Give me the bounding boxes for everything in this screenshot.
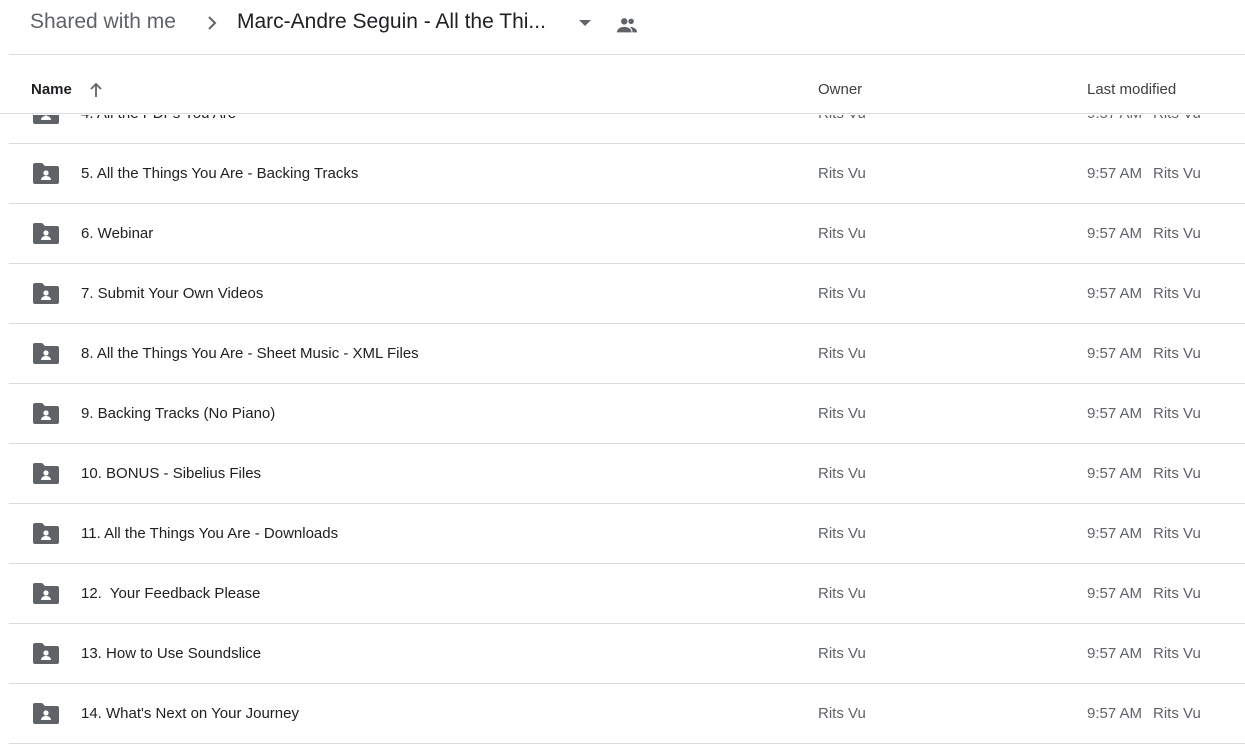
breadcrumb-current-folder[interactable]: Marc-Andre Seguin - All the Thi... bbox=[237, 10, 546, 34]
column-owner: Owner bbox=[818, 81, 863, 98]
shared-folder-icon bbox=[33, 115, 59, 124]
modified-by: Rits Vu bbox=[1153, 525, 1201, 542]
modified-time: 9:57 AM bbox=[1087, 405, 1143, 422]
file-name: 5. All the Things You Are - Backing Trac… bbox=[81, 165, 359, 182]
list-item[interactable]: 6. Webinar Rits Vu 9:57 AM Rits Vu bbox=[9, 204, 1245, 264]
file-owner: Rits Vu bbox=[818, 585, 866, 602]
modified-by: Rits Vu bbox=[1153, 115, 1201, 122]
modified-by: Rits Vu bbox=[1153, 345, 1201, 362]
modified-by: Rits Vu bbox=[1153, 705, 1201, 722]
file-owner: Rits Vu bbox=[818, 225, 866, 242]
file-owner: Rits Vu bbox=[818, 405, 866, 422]
modified-by: Rits Vu bbox=[1153, 225, 1201, 242]
list-item[interactable]: 9. Backing Tracks (No Piano) Rits Vu 9:5… bbox=[9, 384, 1245, 444]
shared-people-icon[interactable] bbox=[616, 16, 638, 34]
file-owner: Rits Vu bbox=[818, 115, 866, 122]
modified-time: 9:57 AM bbox=[1087, 165, 1143, 182]
list-item[interactable]: 4. All the PDFs You Are Rits Vu 9:57 AM … bbox=[9, 115, 1245, 144]
list-item[interactable]: 12. Your Feedback Please Rits Vu 9:57 AM… bbox=[9, 564, 1245, 624]
shared-folder-icon bbox=[33, 523, 59, 544]
file-name: 12. Your Feedback Please bbox=[81, 585, 261, 602]
shared-folder-icon bbox=[33, 703, 59, 724]
file-name: 6. Webinar bbox=[81, 225, 154, 242]
caret-down-icon[interactable] bbox=[579, 20, 591, 26]
list-item[interactable]: 7. Submit Your Own Videos Rits Vu 9:57 A… bbox=[9, 264, 1245, 324]
modified-by: Rits Vu bbox=[1153, 165, 1201, 182]
file-name: 10. BONUS - Sibelius Files bbox=[81, 465, 262, 482]
column-header: Name Owner Last modified bbox=[0, 55, 1245, 114]
list-item[interactable]: 14. What's Next on Your Journey Rits Vu … bbox=[9, 684, 1245, 744]
file-name: 4. All the PDFs You Are bbox=[81, 115, 236, 122]
file-name: 8. All the Things You Are - Sheet Music … bbox=[81, 345, 419, 362]
modified-by: Rits Vu bbox=[1153, 645, 1201, 662]
file-name: 14. What's Next on Your Journey bbox=[81, 705, 299, 722]
file-owner: Rits Vu bbox=[818, 465, 866, 482]
file-owner: Rits Vu bbox=[818, 285, 866, 302]
file-list[interactable]: 4. All the PDFs You Are Rits Vu 9:57 AM … bbox=[0, 115, 1245, 744]
arrow-up-icon[interactable] bbox=[88, 81, 104, 99]
breadcrumb: Shared with me Marc-Andre Seguin - All t… bbox=[0, 0, 1245, 54]
list-item[interactable]: 11. All the Things You Are - Downloads R… bbox=[9, 504, 1245, 564]
modified-by: Rits Vu bbox=[1153, 285, 1201, 302]
modified-by: Rits Vu bbox=[1153, 405, 1201, 422]
file-name: 9. Backing Tracks (No Piano) bbox=[81, 405, 276, 422]
breadcrumb-shared-with-me[interactable]: Shared with me bbox=[30, 10, 176, 34]
file-owner: Rits Vu bbox=[818, 165, 866, 182]
file-owner: Rits Vu bbox=[818, 345, 866, 362]
modified-time: 9:57 AM bbox=[1087, 525, 1143, 542]
shared-folder-icon bbox=[33, 583, 59, 604]
shared-folder-icon bbox=[33, 463, 59, 484]
shared-folder-icon bbox=[33, 283, 59, 304]
modified-time: 9:57 AM bbox=[1087, 285, 1143, 302]
column-name[interactable]: Name bbox=[31, 81, 72, 98]
shared-folder-icon bbox=[33, 223, 59, 244]
file-name: 13. How to Use Soundslice bbox=[81, 645, 262, 662]
file-owner: Rits Vu bbox=[818, 705, 866, 722]
list-item[interactable]: 13. How to Use Soundslice Rits Vu 9:57 A… bbox=[9, 624, 1245, 684]
file-name: 11. All the Things You Are - Downloads bbox=[81, 525, 339, 542]
modified-time: 9:57 AM bbox=[1087, 585, 1143, 602]
shared-folder-icon bbox=[33, 343, 59, 364]
list-item[interactable]: 10. BONUS - Sibelius Files Rits Vu 9:57 … bbox=[9, 444, 1245, 504]
modified-time: 9:57 AM bbox=[1087, 645, 1143, 662]
column-last-modified[interactable]: Last modified bbox=[1087, 81, 1176, 98]
file-name: 7. Submit Your Own Videos bbox=[81, 285, 264, 302]
modified-by: Rits Vu bbox=[1153, 465, 1201, 482]
modified-time: 9:57 AM bbox=[1087, 705, 1143, 722]
list-item[interactable]: 5. All the Things You Are - Backing Trac… bbox=[9, 144, 1245, 204]
file-owner: Rits Vu bbox=[818, 645, 866, 662]
chevron-right-icon bbox=[208, 16, 217, 30]
list-item[interactable]: 8. All the Things You Are - Sheet Music … bbox=[9, 324, 1245, 384]
shared-folder-icon bbox=[33, 163, 59, 184]
shared-folder-icon bbox=[33, 403, 59, 424]
shared-folder-icon bbox=[33, 643, 59, 664]
modified-time: 9:57 AM bbox=[1087, 465, 1143, 482]
modified-by: Rits Vu bbox=[1153, 585, 1201, 602]
file-owner: Rits Vu bbox=[818, 525, 866, 542]
modified-time: 9:57 AM bbox=[1087, 115, 1142, 122]
modified-time: 9:57 AM bbox=[1087, 225, 1143, 242]
modified-time: 9:57 AM bbox=[1087, 345, 1143, 362]
